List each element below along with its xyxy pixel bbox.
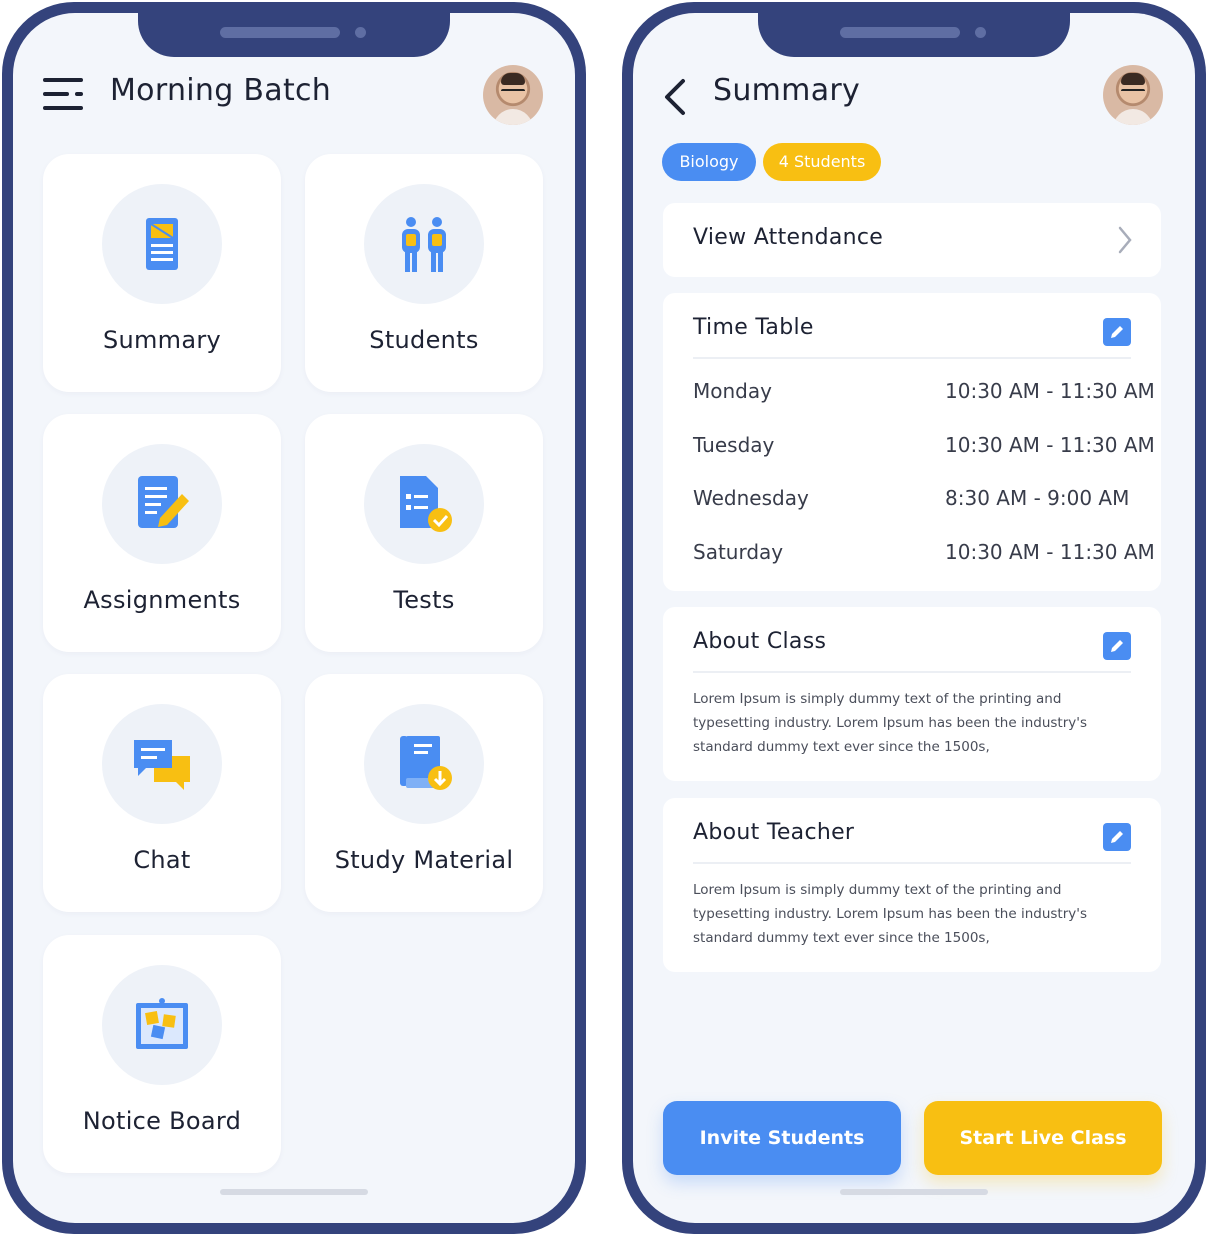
about-class-title: About Class [693, 629, 827, 654]
time-label: 10:30 AM - 11:30 AM [945, 379, 1155, 403]
tile-label: Assignments [83, 586, 241, 614]
home-screen: Morning Batch Summary Students Assignmen… [13, 13, 575, 1223]
page-title: Summary [713, 73, 861, 108]
tile-label: Study Material [334, 846, 514, 874]
camera [975, 27, 986, 38]
notch [138, 13, 450, 57]
avatar[interactable] [1103, 65, 1163, 125]
timetable-row: Saturday 10:30 AM - 11:30 AM [693, 540, 1155, 570]
timetable-row: Tuesday 10:30 AM - 11:30 AM [693, 433, 1155, 463]
tile-assignments[interactable]: Assignments [43, 414, 281, 652]
edit-icon [1111, 640, 1123, 652]
day-label: Wednesday [693, 486, 809, 510]
chevron-left-icon [665, 79, 685, 115]
tile-chat[interactable]: Chat [43, 674, 281, 912]
edit-timetable-button[interactable] [1103, 318, 1131, 346]
timetable-title: Time Table [693, 315, 814, 340]
about-class-card: About Class Lorem Ipsum is simply dummy … [663, 607, 1161, 781]
day-label: Monday [693, 379, 772, 403]
tile-label: Notice Board [82, 1107, 242, 1135]
time-label: 10:30 AM - 11:30 AM [945, 540, 1155, 564]
notch [758, 13, 1070, 57]
students-icon [402, 217, 446, 272]
timetable-card: Time Table Monday 10:30 AM - 11:30 AM Tu… [663, 293, 1161, 591]
about-class-text: Lorem Ipsum is simply dummy text of the … [693, 691, 1088, 755]
tile-label: Summary [102, 326, 222, 354]
timetable-row: Wednesday 8:30 AM - 9:00 AM [693, 486, 1131, 516]
view-attendance-label: View Attendance [693, 225, 884, 250]
edit-about-class-button[interactable] [1103, 632, 1131, 660]
home-indicator [220, 1189, 368, 1195]
view-attendance-row[interactable]: View Attendance [663, 203, 1161, 277]
summary-screen: Summary Biology 4 Students View Attendan… [633, 13, 1195, 1223]
tile-label: Tests [393, 586, 455, 614]
time-label: 8:30 AM - 9:00 AM [945, 486, 1130, 510]
test-check-icon [400, 476, 452, 532]
menu-icon[interactable] [43, 76, 85, 112]
about-teacher-card: About Teacher Lorem Ipsum is simply dumm… [663, 798, 1161, 972]
phone-frame-right: Summary Biology 4 Students View Attendan… [622, 2, 1206, 1234]
edit-about-teacher-button[interactable] [1103, 823, 1131, 851]
tile-students[interactable]: Students [305, 154, 543, 392]
edit-icon [1111, 326, 1123, 338]
tile-summary[interactable]: Summary [43, 154, 281, 392]
students-count-chip[interactable]: 4 Students [763, 143, 881, 181]
back-button[interactable] [661, 77, 691, 117]
subject-chip[interactable]: Biology [662, 143, 756, 181]
day-label: Saturday [693, 540, 784, 564]
tile-tests[interactable]: Tests [305, 414, 543, 652]
camera [355, 27, 366, 38]
chevron-right-icon [1118, 226, 1132, 254]
time-label: 10:30 AM - 11:30 AM [945, 433, 1155, 457]
tile-label: Chat [133, 846, 191, 874]
speaker [220, 27, 340, 38]
book-download-icon [400, 736, 452, 790]
day-label: Tuesday [693, 433, 775, 457]
timetable-row: Monday 10:30 AM - 11:30 AM [693, 379, 1155, 409]
page-title: Morning Batch [110, 73, 332, 108]
notice-board-icon [136, 998, 188, 1049]
about-teacher-text: Lorem Ipsum is simply dummy text of the … [693, 882, 1088, 946]
tile-label: Students [369, 326, 479, 354]
edit-icon [1111, 831, 1123, 843]
summary-document-icon [146, 218, 178, 270]
home-indicator [840, 1189, 988, 1195]
invite-students-button[interactable]: Invite Students [663, 1101, 901, 1175]
about-teacher-title: About Teacher [693, 820, 855, 845]
speaker [840, 27, 960, 38]
assignment-edit-icon [138, 476, 189, 528]
phone-frame-left: Morning Batch Summary Students Assignmen… [2, 2, 586, 1234]
tile-study-material[interactable]: Study Material [305, 674, 543, 912]
tile-notice-board[interactable]: Notice Board [43, 935, 281, 1173]
start-live-class-button[interactable]: Start Live Class [924, 1101, 1162, 1175]
chat-bubbles-icon [134, 740, 190, 790]
avatar[interactable] [483, 65, 543, 125]
